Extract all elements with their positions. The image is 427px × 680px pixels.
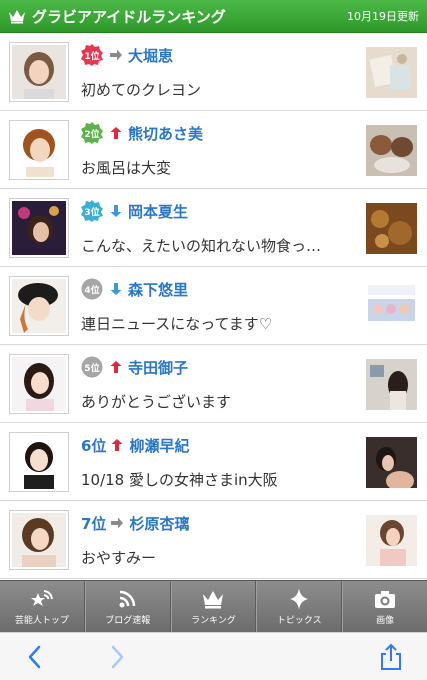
blog-post-title[interactable]: お風呂は大変 [81,157,349,178]
post-thumbnail[interactable] [366,125,417,176]
sparkle-icon [290,588,309,610]
rank-badge: 4位 [81,278,103,300]
idol-name-link[interactable]: 杉原杏璃 [129,513,189,534]
rank-number: 2位 [84,129,100,140]
crown-icon [9,10,25,24]
idol-name-link[interactable]: 岡本夏生 [128,201,188,222]
rank-badge: 5位 [81,356,103,378]
idol-name-link[interactable]: 熊切あさ美 [128,123,203,144]
rank-number: 7位 [81,514,107,533]
avatar[interactable] [9,42,69,102]
ranking-row-1[interactable]: 1位 大堀恵 初めてのクレヨン [0,33,427,111]
tab-blog-news[interactable]: ブログ速報 [84,581,171,632]
page-title: グラビアアイドルランキング [32,7,226,26]
avatar[interactable] [9,510,69,570]
tab-bar: 芸能人トップ ブログ速報 ランキング トピックス 画像 [0,580,427,632]
rank-line: 3位 岡本夏生 [81,199,188,223]
avatar-photo [12,201,66,255]
tab-label: ブログ速報 [105,616,151,626]
post-thumbnail[interactable] [366,281,417,332]
arrow-up-icon [110,361,122,373]
arrow-right-icon [110,49,122,61]
rank-badge: 3位 [81,200,103,222]
blog-post-title[interactable]: 初めてのクレヨン [81,79,349,100]
rank-line: 5位 寺田御子 [81,355,188,379]
rank-number: 6位 [81,436,107,455]
ranking-row-3[interactable]: 3位 岡本夏生 こんな、えたいの知れない物食っ… [0,189,427,267]
avatar-photo [12,435,66,489]
rank-line: 7位 杉原杏璃 [81,511,189,535]
avatar[interactable] [9,276,69,336]
post-thumbnail[interactable] [366,203,417,254]
avatar-photo [12,45,66,99]
rank-number: 4位 [84,285,100,296]
arrow-up-icon [111,439,123,451]
blog-post-title[interactable]: 10/18 愛しの女神さまin大阪 [81,469,349,490]
rank-line: 2位 熊切あさ美 [81,121,203,145]
rank-number: 3位 [84,207,100,218]
avatar-photo [12,123,66,177]
tab-label: 画像 [376,616,395,626]
rank-line: 6位 柳瀬早紀 [81,433,189,457]
tab-images[interactable]: 画像 [342,581,427,632]
idol-name-link[interactable]: 大堀恵 [128,45,173,66]
avatar[interactable] [9,198,69,258]
chevron-right-icon[interactable] [102,643,130,671]
arrow-down-icon [110,283,122,295]
blog-post-title[interactable]: ありがとうございます [81,391,349,412]
tab-label: ランキング [191,616,236,626]
star-wifi-icon [30,590,53,606]
idol-name-link[interactable]: 寺田御子 [128,357,188,378]
avatar[interactable] [9,432,69,492]
tab-topics[interactable]: トピックス [256,581,343,632]
rank-number: 5位 [84,363,100,374]
post-thumbnail[interactable] [366,437,417,488]
idol-name-link[interactable]: 森下悠里 [128,279,188,300]
camera-icon [375,591,396,608]
avatar-photo [12,279,66,333]
post-thumbnail[interactable] [366,359,417,410]
rss-icon [119,590,135,608]
share-icon[interactable] [377,643,405,671]
avatar-photo [12,513,66,567]
page-header: グラビアアイドルランキング 10月19日更新 [0,0,427,33]
ranking-row-6[interactable]: 6位 柳瀬早紀 10/18 愛しの女神さまin大阪 [0,423,427,501]
post-thumbnail[interactable] [366,515,417,566]
arrow-up-icon [110,127,122,139]
tab-label: 芸能人トップ [14,616,69,626]
rank-badge: 2位 [81,122,103,144]
ranking-row-4[interactable]: 4位 森下悠里 連日ニュースになってます♡ [0,267,427,345]
tab-ranking[interactable]: ランキング [170,581,257,632]
tab-label: トピックス [276,616,322,626]
blog-post-title[interactable]: 連日ニュースになってます♡ [81,313,349,334]
updated-date: 10月19日更新 [347,10,419,23]
post-thumbnail[interactable] [366,47,417,98]
blog-post-title[interactable]: おやすみー [81,547,349,568]
ranking-row-7[interactable]: 7位 杉原杏璃 おやすみー [0,501,427,579]
tab-celebrity-top[interactable]: 芸能人トップ [0,581,85,632]
avatar[interactable] [9,354,69,414]
blog-post-title[interactable]: こんな、えたいの知れない物食っ… [81,235,349,256]
arrow-down-icon [110,205,122,217]
crown-icon [203,591,224,609]
ranking-row-2[interactable]: 2位 熊切あさ美 お風呂は大変 [0,111,427,189]
browser-toolbar [0,632,427,680]
avatar-photo [12,357,66,411]
rank-number: 1位 [84,51,100,62]
avatar[interactable] [9,120,69,180]
chevron-left-icon[interactable] [22,643,50,671]
idol-name-link[interactable]: 柳瀬早紀 [129,435,189,456]
arrow-right-icon [111,517,124,529]
ranking-list: 1位 大堀恵 初めてのクレヨン 2位 熊切あさ美 お風呂は大変 3位 岡本夏生 … [0,33,427,579]
rank-line: 4位 森下悠里 [81,277,188,301]
rank-line: 1位 大堀恵 [81,43,173,67]
ranking-row-5[interactable]: 5位 寺田御子 ありがとうございます [0,345,427,423]
rank-badge: 1位 [81,44,103,66]
